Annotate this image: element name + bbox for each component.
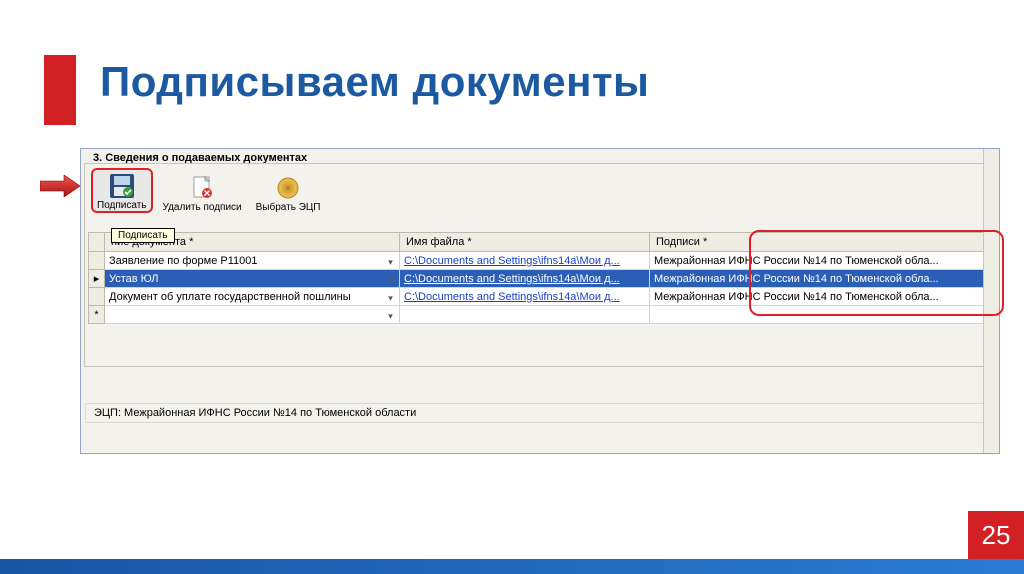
table-row[interactable]: *▾	[89, 306, 993, 324]
row-marker	[89, 288, 105, 306]
sign-label: Подписать	[97, 200, 147, 211]
cell-signature[interactable]: Межрайонная ИФНС России №14 по Тюменской…	[650, 252, 993, 270]
cell-doc-name[interactable]: Устав ЮЛ▾	[105, 270, 400, 288]
cell-file-name[interactable]: C:\Documents and Settings\ifns14a\Мои д.…	[400, 270, 650, 288]
sign-button[interactable]: Подписать	[91, 168, 153, 213]
tooltip: Подписать	[111, 228, 175, 243]
footer-bar	[0, 559, 1024, 574]
cell-signature[interactable]	[650, 306, 993, 324]
row-marker: *	[89, 306, 105, 324]
status-bar: ЭЦП: Межрайонная ИФНС России №14 по Тюме…	[85, 403, 996, 423]
col-file-name[interactable]: Имя файла *	[400, 233, 650, 252]
page-number-badge: 25	[968, 511, 1024, 559]
dropdown-icon[interactable]: ▾	[384, 308, 397, 324]
app-panel: 3. Сведения о подаваемых документах Подп…	[80, 148, 1000, 454]
remove-signatures-button[interactable]: Удалить подписи	[159, 172, 246, 213]
content-area: Подписать Удалить подписи	[84, 163, 996, 367]
file-link[interactable]: C:\Documents and Settings\ifns14a\Мои д.…	[404, 255, 620, 267]
page-delete-icon	[187, 174, 217, 202]
dropdown-icon[interactable]: ▾	[384, 272, 397, 288]
row-marker	[89, 252, 105, 270]
col-signatures[interactable]: Подписи *	[650, 233, 993, 252]
remove-label: Удалить подписи	[163, 202, 242, 213]
scrollbar-vertical[interactable]	[983, 149, 999, 453]
slide-title: Подписываем документы	[100, 58, 649, 106]
file-link[interactable]: C:\Documents and Settings\ifns14a\Мои д.…	[404, 291, 620, 303]
callout-arrow-icon	[40, 175, 80, 197]
cell-doc-name[interactable]: ▾	[105, 306, 400, 324]
accent-bar	[44, 55, 76, 125]
cell-file-name[interactable]	[400, 306, 650, 324]
table-row[interactable]: Заявление по форме Р11001▾ C:\Documents a…	[89, 252, 993, 270]
toolbar: Подписать Удалить подписи	[85, 164, 995, 217]
file-link[interactable]: C:\Documents and Settings\ifns14a\Мои д.…	[404, 273, 620, 285]
cell-signature[interactable]: Межрайонная ИФНС России №14 по Тюменской…	[650, 270, 993, 288]
select-ecp-button[interactable]: Выбрать ЭЦП	[252, 172, 325, 213]
documents-grid[interactable]: ние документа * Имя файла * Подписи * За…	[88, 232, 993, 324]
table-row[interactable]: ▸Устав ЮЛ▾ C:\Documents and Settings\ifns…	[89, 270, 993, 288]
floppy-sign-icon	[107, 172, 137, 200]
dropdown-icon[interactable]: ▾	[384, 254, 397, 270]
row-marker: ▸	[89, 270, 105, 288]
cell-file-name[interactable]: C:\Documents and Settings\ifns14a\Мои д.…	[400, 252, 650, 270]
cell-doc-name[interactable]: Документ об уплате государственной пошли…	[105, 288, 400, 306]
cell-doc-name[interactable]: Заявление по форме Р11001▾	[105, 252, 400, 270]
select-ecp-label: Выбрать ЭЦП	[256, 202, 321, 213]
dropdown-icon[interactable]: ▾	[384, 290, 397, 306]
table-row[interactable]: Документ об уплате государственной пошли…	[89, 288, 993, 306]
cell-file-name[interactable]: C:\Documents and Settings\ifns14a\Мои д.…	[400, 288, 650, 306]
seal-icon	[273, 174, 303, 202]
cell-signature[interactable]: Межрайонная ИФНС России №14 по Тюменской…	[650, 288, 993, 306]
